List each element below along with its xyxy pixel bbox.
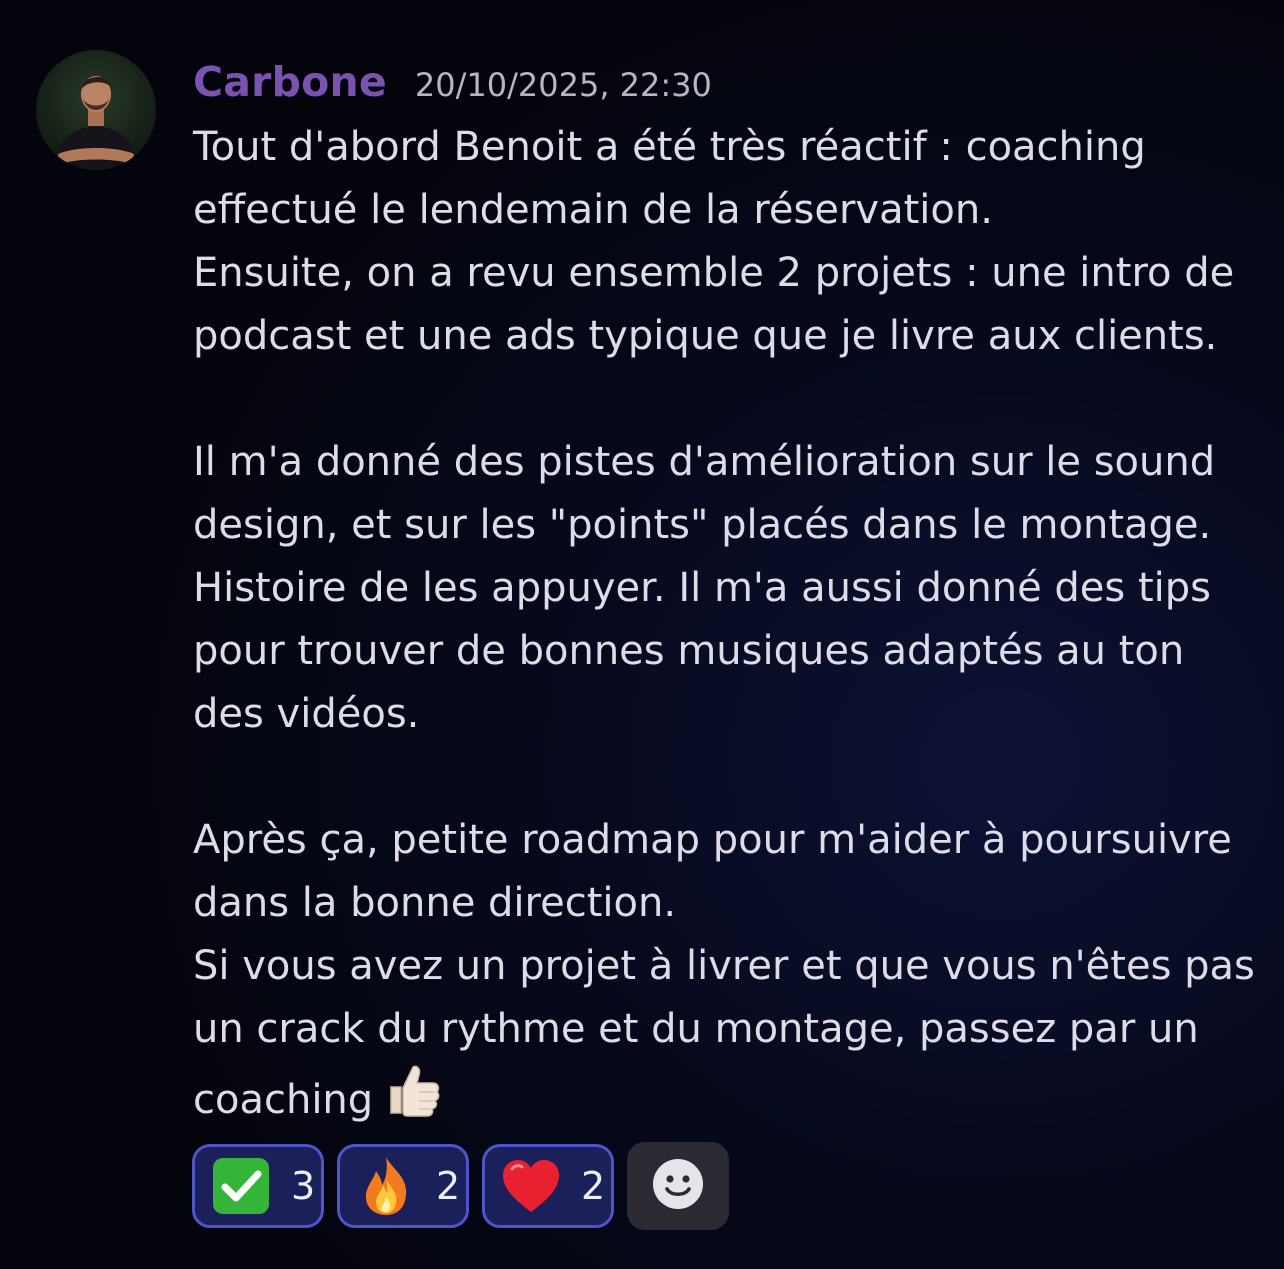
message-line: effectué le lendemain de la réservation. [193, 187, 993, 233]
message-line: Histoire de les appuyer. Il m'a aussi do… [193, 565, 1211, 611]
message-line: Tout d'abord Benoit a été très réactif :… [193, 124, 1146, 170]
message-body: Tout d'abord Benoit a été très réactif :… [193, 116, 1273, 1124]
thumbs-up-icon [383, 1061, 441, 1138]
message-line: Il m'a donné des pistes d'amélioration s… [193, 439, 1216, 485]
message-line: dans la bonne direction. [193, 880, 677, 926]
message-line: des vidéos. [193, 691, 420, 737]
message-line: design, et sur les "points" placés dans … [193, 502, 1212, 548]
message-header: Carbone 20/10/2025, 22:30 [193, 58, 712, 114]
reaction-count: 2 [581, 1164, 606, 1208]
reaction-check[interactable]: 3 [192, 1144, 324, 1228]
author-name[interactable]: Carbone [193, 58, 387, 106]
message-line: Après ça, petite roadmap pour m'aider à … [193, 817, 1232, 863]
add-reaction-button[interactable] [627, 1142, 729, 1230]
message-line: podcast et une ads typique que je livre … [193, 313, 1218, 359]
message-line: coaching [193, 1077, 374, 1123]
reaction-count: 3 [291, 1164, 316, 1208]
message-timestamp: 20/10/2025, 22:30 [414, 66, 712, 104]
message-line: Si vous avez un projet à livrer et que v… [193, 943, 1255, 989]
check-mark-icon [209, 1154, 273, 1218]
smiley-add-reaction-icon [652, 1158, 704, 1214]
user-avatar[interactable] [36, 50, 156, 170]
reaction-count: 2 [436, 1164, 461, 1208]
reactions-bar: 3 2 2 [192, 1142, 729, 1230]
fire-icon [354, 1154, 418, 1218]
red-heart-icon [499, 1154, 563, 1218]
message-line: pour trouver de bonnes musiques adaptés … [193, 628, 1185, 674]
message-line: un crack du rythme et du montage, passez… [193, 1006, 1199, 1052]
user-avatar-icon [36, 50, 156, 170]
chat-message: Carbone 20/10/2025, 22:30 Tout d'abord B… [0, 0, 1284, 1269]
reaction-fire[interactable]: 2 [337, 1144, 469, 1228]
message-last-line: coaching [193, 1061, 1273, 1124]
reaction-heart[interactable]: 2 [482, 1144, 614, 1228]
message-line: Ensuite, on a revu ensemble 2 projets : … [193, 250, 1235, 296]
